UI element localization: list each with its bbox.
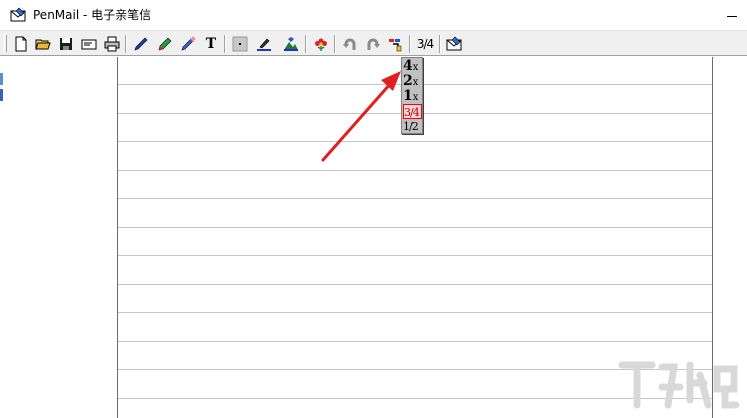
penmail-envelope-icon [10, 7, 26, 23]
zoom-tool-icon[interactable] [386, 34, 406, 53]
undo-icon[interactable] [340, 34, 360, 53]
send-envelope-icon[interactable] [444, 34, 464, 53]
toolbar-separator [125, 35, 127, 53]
marker-icon[interactable] [155, 34, 175, 53]
pen-color-icon[interactable] [254, 34, 274, 53]
new-document-icon[interactable] [11, 34, 31, 53]
flower-stamp-icon[interactable] [311, 34, 331, 53]
title-bar: PenMail - 电子亲笔信 [0, 0, 747, 30]
toolbar-separator [334, 35, 336, 53]
zoom-option-4x[interactable]: 4x [403, 59, 422, 74]
toolbar-separator [409, 35, 411, 53]
zoom-option-value: 4 [403, 58, 413, 74]
zoom-option-2x[interactable]: 2x [403, 74, 422, 89]
pen-icon[interactable] [131, 34, 151, 53]
paper-rule [118, 312, 712, 313]
save-disk-icon[interactable] [56, 34, 76, 53]
zoom-option-value: 1/2 [403, 120, 419, 133]
zoom-level-button[interactable]: 3/4 [413, 34, 437, 53]
toolbar: T 3/4 [0, 30, 747, 56]
watermark-logo [618, 361, 740, 409]
left-edge-mark [0, 89, 3, 101]
left-edge [0, 57, 4, 418]
toolbar-separator [224, 35, 226, 53]
left-edge-mark [0, 73, 3, 85]
toolbar-grip[interactable] [4, 35, 7, 52]
zoom-option-value: 3/4 [404, 106, 420, 119]
minimize-icon[interactable] [722, 4, 742, 24]
paper-rule [118, 198, 712, 199]
zoom-option-half[interactable]: 1/2 [403, 119, 422, 134]
paper-rule [118, 255, 712, 256]
zoom-option-three-quarters[interactable]: 3/4 [403, 104, 422, 119]
eraser-pen-icon[interactable] [178, 34, 198, 53]
zoom-option-suffix: x [412, 77, 419, 88]
zoom-option-value: 2 [403, 73, 413, 89]
paper-rule [118, 170, 712, 171]
dot-size-icon[interactable] [230, 34, 250, 53]
zoom-option-suffix: x [412, 92, 419, 103]
background-picture-icon[interactable] [281, 34, 301, 53]
window-title: PenMail - 电子亲笔信 [33, 8, 152, 22]
text-tool-icon[interactable]: T [201, 34, 221, 53]
zoom-dropdown: 4x 2x 1x 3/4 1/2 [401, 57, 423, 134]
toolbar-separator [439, 35, 441, 53]
zoom-option-1x[interactable]: 1x [403, 89, 422, 104]
envelope-icon[interactable] [79, 34, 99, 53]
zoom-option-suffix: x [412, 62, 419, 73]
zoom-option-value: 1 [403, 88, 413, 104]
paper-rule [118, 284, 712, 285]
redo-icon[interactable] [363, 34, 383, 53]
paper-rule [118, 341, 712, 342]
printer-icon[interactable] [102, 34, 122, 53]
toolbar-separator [305, 35, 307, 53]
open-folder-icon[interactable] [33, 34, 53, 53]
paper-rule [118, 141, 712, 142]
paper-rule [118, 227, 712, 228]
